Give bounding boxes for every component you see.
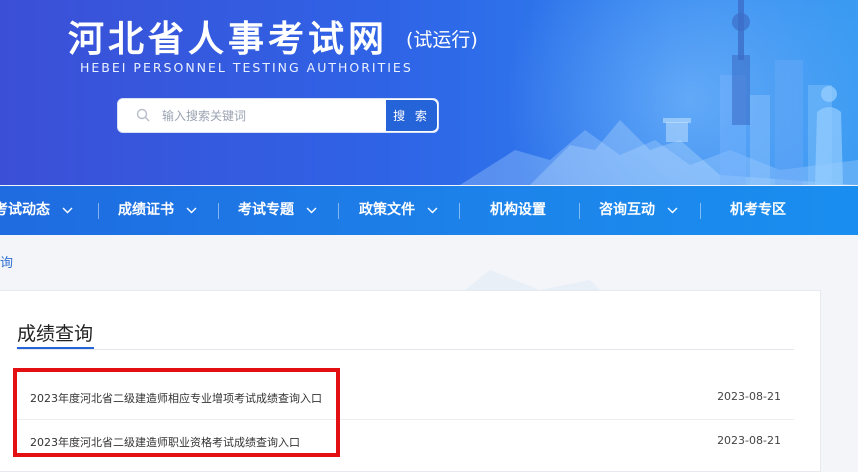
nav-item-organization[interactable]: 机构设置 <box>490 186 546 235</box>
search-icon <box>136 108 150 122</box>
city-skyline-illustration <box>460 0 858 185</box>
nav-item-label: 考试专题 <box>238 202 294 218</box>
chevron-down-icon <box>306 207 317 213</box>
section-divider <box>17 349 794 350</box>
site-title: 河北省人事考试网 <box>68 19 389 60</box>
list-item[interactable]: 2023年度河北省二级建造师相应专业增项考试成绩查询入口 2023-08-21 <box>17 377 794 419</box>
list-item-title[interactable]: 2023年度河北省二级建造师职业资格考试成绩查询入口 <box>30 434 300 450</box>
list-item-date: 2023-08-21 <box>717 434 781 447</box>
score-query-panel: 成绩查询 2023年度河北省二级建造师相应专业增项考试成绩查询入口 2023-0… <box>0 290 821 472</box>
chevron-down-icon <box>427 207 438 213</box>
trial-run-tag: (试运行) <box>406 29 478 51</box>
search-input[interactable] <box>160 103 384 129</box>
chevron-down-icon <box>667 207 678 213</box>
nav-separator <box>98 203 99 219</box>
nav-separator <box>700 203 701 219</box>
chevron-down-icon <box>62 207 73 213</box>
nav-item-label: 机考专区 <box>730 202 786 218</box>
nav-item-computer-exam[interactable]: 机考专区 <box>730 186 786 235</box>
search-button[interactable]: 搜 索 <box>386 100 437 131</box>
breadcrumb[interactable]: 询 <box>0 252 13 271</box>
site-english-title: HEBEI PERSONNEL TESTING AUTHORITIES <box>80 60 413 75</box>
nav-item-label: 考试动态 <box>0 202 50 218</box>
nav-separator <box>579 203 580 219</box>
list-item-date: 2023-08-21 <box>717 390 781 403</box>
nav-item-label: 咨询互动 <box>599 202 655 218</box>
search-box: 搜 索 <box>117 98 439 133</box>
nav-item-exam-topics[interactable]: 考试专题 <box>238 186 317 235</box>
nav-item-label: 机构设置 <box>490 202 546 218</box>
nav-item-consultation[interactable]: 咨询互动 <box>599 186 678 235</box>
nav-separator <box>459 203 460 219</box>
nav-separator <box>218 203 219 219</box>
header-banner: 河北省人事考试网 (试运行) HEBEI PERSONNEL TESTING A… <box>0 0 858 185</box>
nav-item-scores-certificates[interactable]: 成绩证书 <box>118 186 197 235</box>
chevron-down-icon <box>186 207 197 213</box>
row-divider <box>17 419 794 420</box>
section-title: 成绩查询 <box>17 323 94 345</box>
nav-item-policy-documents[interactable]: 政策文件 <box>359 186 438 235</box>
list-item-title[interactable]: 2023年度河北省二级建造师相应专业增项考试成绩查询入口 <box>30 390 322 406</box>
nav-separator <box>338 203 339 219</box>
nav-item-exam-news[interactable]: 考试动态 <box>0 186 73 235</box>
main-nav: 考试动态 成绩证书 考试专题 政策文件 机构设置 咨询互动 机考专区 <box>0 186 858 235</box>
nav-item-label: 政策文件 <box>359 202 415 218</box>
nav-item-label: 成绩证书 <box>118 202 174 218</box>
